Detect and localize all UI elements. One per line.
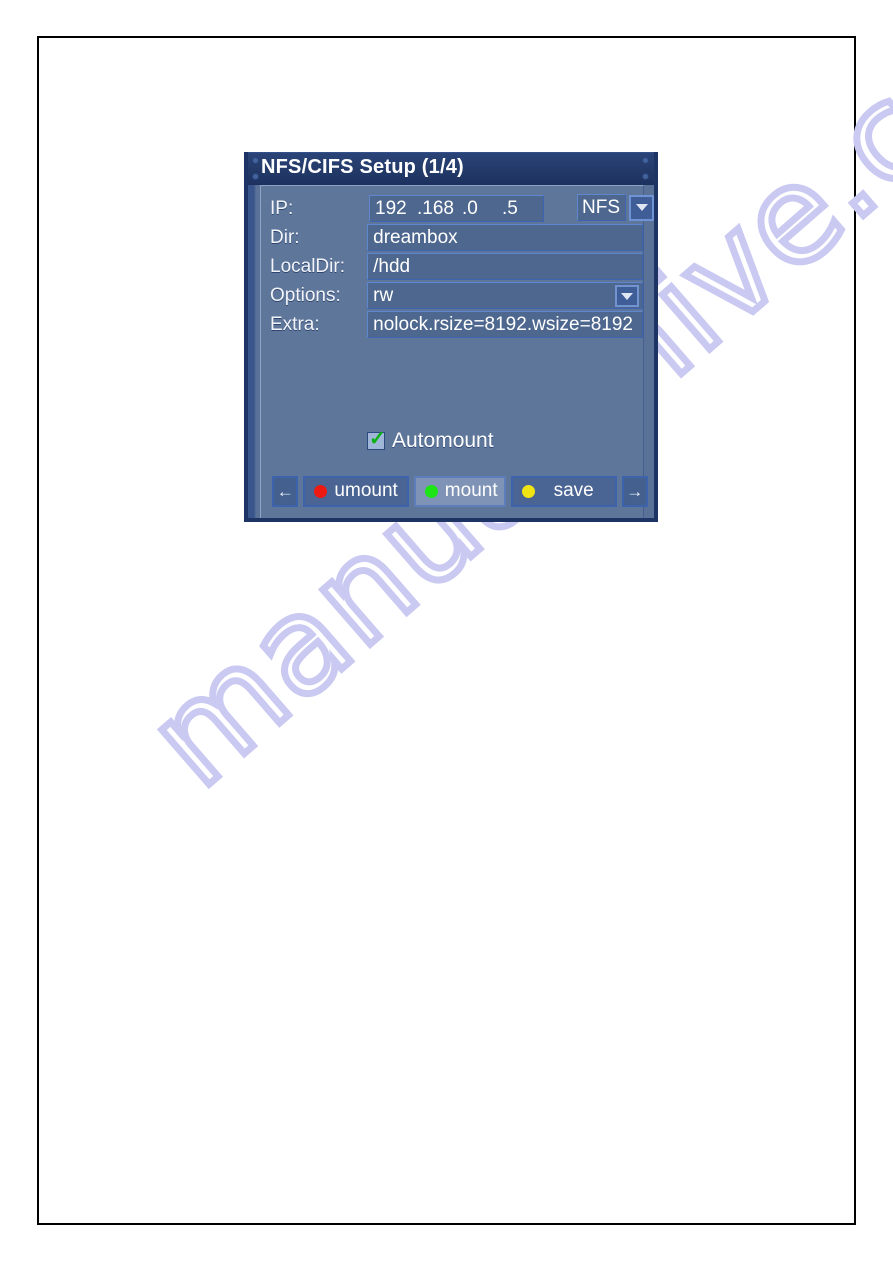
row-ip: IP: 192 .168 .0 .5 NFS [261, 194, 654, 223]
protocol-value[interactable]: NFS [577, 194, 626, 221]
ip-octet-3[interactable]: .0 [462, 198, 502, 220]
screw-icon [252, 157, 259, 164]
green-dot-icon [424, 484, 438, 498]
arrow-left-icon: ← [276, 481, 294, 501]
umount-button[interactable]: umount [303, 475, 409, 507]
yellow-dot-icon [521, 484, 535, 498]
row-extra: Extra: nolock.rsize=8192.wsize=8192 [261, 310, 643, 339]
automount-checkbox[interactable]: ✓ [367, 428, 386, 450]
mount-button-label: mount [444, 480, 498, 501]
options-value: rw [373, 284, 394, 306]
chevron-down-icon [621, 292, 633, 300]
ip-octet-1[interactable]: 192 [375, 198, 417, 220]
dialog-inner-panel: IP: 192 .168 .0 .5 NFS Dir: dreambox Loc… [260, 185, 654, 518]
ip-octet-2[interactable]: .168 [417, 198, 462, 220]
label-options: Options: [270, 284, 341, 306]
screw-icon [642, 173, 649, 180]
mount-button[interactable]: mount [413, 475, 506, 507]
localdir-input[interactable]: /hdd [367, 253, 643, 280]
check-icon: ✓ [369, 428, 386, 450]
row-dir: Dir: dreambox [261, 223, 643, 252]
protocol-select[interactable]: NFS [577, 194, 654, 221]
protocol-dropdown-button[interactable] [629, 194, 654, 221]
label-dir: Dir: [270, 226, 300, 248]
umount-button-label: umount [334, 480, 398, 501]
label-extra: Extra: [270, 313, 320, 335]
options-select[interactable]: rw [367, 282, 643, 309]
label-ip: IP: [270, 197, 294, 219]
nfs-cifs-setup-dialog: NFS/CIFS Setup (1/4) IP: 192 .168 .0 .5 … [244, 152, 658, 522]
chevron-down-icon [635, 204, 648, 211]
red-dot-icon [314, 484, 328, 498]
extra-input[interactable]: nolock.rsize=8192.wsize=8192 [367, 311, 643, 338]
screw-icon [642, 157, 649, 164]
save-button[interactable]: save [510, 475, 617, 507]
dialog-titlebar: NFS/CIFS Setup (1/4) [248, 152, 654, 185]
row-localdir: LocalDir: /hdd [261, 252, 643, 281]
prev-page-button[interactable]: ← [272, 475, 299, 507]
options-dropdown-button[interactable] [615, 285, 639, 307]
save-button-label: save [553, 480, 594, 501]
ip-input[interactable]: 192 .168 .0 .5 [369, 195, 544, 222]
automount-label: Automount [392, 429, 494, 452]
row-options: Options: rw [261, 281, 643, 310]
ip-octet-4[interactable]: .5 [502, 198, 536, 220]
label-localdir: LocalDir: [270, 255, 345, 277]
dialog-title: NFS/CIFS Setup (1/4) [261, 156, 464, 178]
next-page-button[interactable]: → [621, 475, 648, 507]
button-row: ← umount mount save → [272, 475, 648, 507]
automount-checkbox-row[interactable]: ✓ Automount [367, 429, 494, 453]
dir-input[interactable]: dreambox [367, 224, 643, 251]
status-bar: press ok to mount this share [272, 520, 648, 522]
arrow-right-icon: → [626, 481, 644, 501]
screw-icon [252, 173, 259, 180]
dialog-body: IP: 192 .168 .0 .5 NFS Dir: dreambox Loc… [248, 185, 654, 518]
